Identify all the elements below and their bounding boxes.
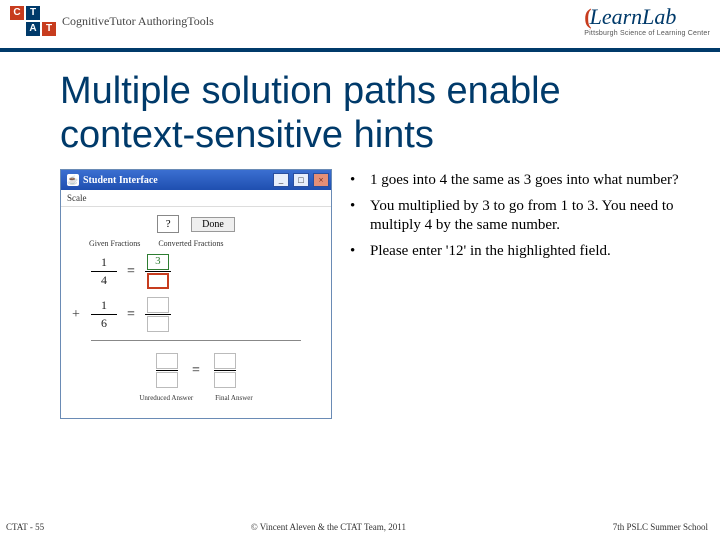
equals-sign: =	[192, 363, 200, 379]
unreduced-den-input[interactable]	[156, 372, 178, 388]
hint-item: •You multiplied by 3 to go from 1 to 3. …	[350, 197, 690, 236]
final-label: Final Answer	[215, 394, 253, 402]
learnlab-wordmark: (LearnLab	[584, 4, 710, 30]
maximize-button[interactable]: □	[293, 173, 309, 187]
converted-denominator-2-input[interactable]	[147, 316, 169, 332]
hint-item: •Please enter '12' in the highlighted fi…	[350, 242, 690, 262]
slide-title: Multiple solution paths enable context-s…	[60, 70, 674, 157]
ctat-tagline: CognitiveTutor AuthoringTools	[62, 14, 214, 29]
converted-numerator-input[interactable]: 3	[147, 254, 169, 270]
converted-numerator-2-input[interactable]	[147, 297, 169, 313]
sum-line	[91, 340, 301, 341]
event-name: 7th PSLC Summer School	[613, 522, 708, 532]
minimize-button[interactable]: _	[273, 173, 289, 187]
unreduced-num-input[interactable]	[156, 353, 178, 369]
ctat-letter-c: C	[10, 6, 24, 20]
equals-sign: =	[127, 307, 135, 323]
bullet-icon: •	[350, 171, 360, 191]
slide-number: CTAT - 55	[6, 522, 44, 532]
final-num-input[interactable]	[214, 353, 236, 369]
slide-footer: CTAT - 55 © Vincent Aleven & the CTAT Te…	[0, 522, 720, 532]
bullet-icon: •	[350, 197, 360, 236]
ctat-logo: C T A T CognitiveTutor AuthoringTools	[10, 6, 214, 36]
plus-sign: +	[71, 307, 81, 323]
final-fraction	[214, 353, 236, 388]
final-den-input[interactable]	[214, 372, 236, 388]
converted-fraction-1: 3	[145, 254, 171, 289]
unreduced-fraction	[156, 353, 178, 388]
window-title: Student Interface	[83, 175, 269, 186]
ctat-letter-a: A	[26, 22, 40, 36]
column-label-converted: Converted Fractions	[158, 239, 223, 248]
converted-fraction-2	[145, 297, 171, 332]
hints-list: •1 goes into 4 the same as 3 goes into w…	[350, 169, 690, 419]
equals-sign: =	[127, 264, 135, 280]
hint-item: •1 goes into 4 the same as 3 goes into w…	[350, 171, 690, 191]
unreduced-label: Unreduced Answer	[139, 394, 193, 402]
learnlab-logo: (LearnLab Pittsburgh Science of Learning…	[584, 4, 710, 37]
learnlab-subtitle: Pittsburgh Science of Learning Center	[584, 30, 710, 37]
close-button[interactable]: ×	[313, 173, 329, 187]
window-titlebar: ☕ Student Interface _ □ ×	[61, 170, 331, 190]
slide-header: C T A T CognitiveTutor AuthoringTools (L…	[0, 0, 720, 52]
converted-denominator-input[interactable]	[147, 273, 169, 289]
given-fraction-2: 1 6	[91, 298, 117, 331]
slide-content: ☕ Student Interface _ □ × Scale ? Done G…	[0, 165, 720, 419]
given-fraction-1: 1 4	[91, 255, 117, 288]
ctat-letter-t2: T	[42, 22, 56, 36]
student-interface-window: ☕ Student Interface _ □ × Scale ? Done G…	[60, 169, 332, 419]
java-icon: ☕	[67, 174, 79, 186]
done-button[interactable]: Done	[191, 217, 235, 232]
ctat-logo-grid: C T A T	[10, 6, 56, 36]
hint-button[interactable]: ?	[157, 215, 179, 233]
column-label-given: Given Fractions	[89, 239, 140, 248]
copyright: © Vincent Aleven & the CTAT Team, 2011	[251, 522, 406, 532]
bullet-icon: •	[350, 242, 360, 262]
ctat-letter-t: T	[26, 6, 40, 20]
window-menu[interactable]: Scale	[61, 190, 331, 207]
